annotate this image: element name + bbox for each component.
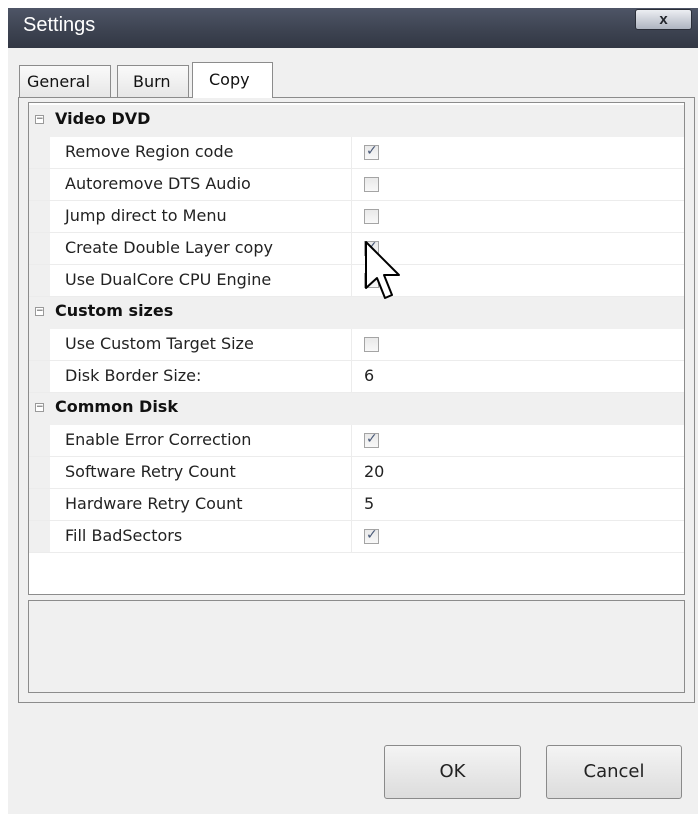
property-label: Hardware Retry Count [65, 494, 243, 513]
property-label: Use Custom Target Size [65, 334, 254, 353]
row-margin [29, 457, 50, 488]
property-label: Enable Error Correction [65, 430, 252, 449]
column-divider [351, 265, 352, 296]
property-label: Jump direct to Menu [65, 206, 227, 225]
column-divider [351, 329, 352, 360]
property-row[interactable]: Disk Border Size: 6 [29, 361, 684, 393]
row-margin [29, 489, 50, 520]
row-margin [29, 201, 50, 232]
window-title: Settings [23, 14, 96, 36]
property-row[interactable]: Software Retry Count 20 [29, 457, 684, 489]
collapse-icon[interactable]: − [35, 403, 44, 412]
ok-button[interactable]: OK [384, 745, 521, 799]
category-row[interactable]: − Custom sizes [29, 297, 684, 329]
property-row[interactable]: Enable Error Correction ✓ [29, 425, 684, 457]
property-checkbox[interactable] [364, 337, 379, 352]
checkmark-icon: ✓ [366, 431, 378, 447]
column-divider [351, 201, 352, 232]
checkmark-icon: ✓ [366, 143, 378, 159]
property-label: Disk Border Size: [65, 366, 202, 385]
property-checkbox[interactable] [364, 209, 379, 224]
property-label: Software Retry Count [65, 462, 236, 481]
property-value[interactable]: 6 [364, 366, 374, 385]
cancel-button[interactable]: Cancel [546, 745, 682, 799]
row-margin [29, 521, 50, 552]
property-checkbox[interactable]: ✓ [364, 431, 379, 448]
property-label: Use DualCore CPU Engine [65, 270, 272, 289]
category-row[interactable]: − Common Disk [29, 393, 684, 425]
category-label: Video DVD [55, 109, 151, 128]
property-value[interactable]: 20 [364, 462, 384, 481]
category-label: Custom sizes [55, 301, 174, 320]
property-label: Remove Region code [65, 142, 234, 161]
column-divider [351, 457, 352, 488]
property-checkbox[interactable]: ✓ [364, 143, 379, 160]
row-margin [29, 329, 50, 360]
property-row[interactable]: Fill BadSectors ✓ [29, 521, 684, 553]
column-divider [351, 233, 352, 264]
property-value[interactable]: 5 [364, 494, 374, 513]
checkmark-icon: ✓ [366, 527, 378, 543]
close-button[interactable]: x [635, 9, 692, 30]
property-row[interactable]: Autoremove DTS Audio [29, 169, 684, 201]
category-label: Common Disk [55, 397, 178, 416]
column-divider [351, 521, 352, 552]
property-label: Fill BadSectors [65, 526, 183, 545]
column-divider [351, 489, 352, 520]
property-row[interactable]: Use Custom Target Size [29, 329, 684, 361]
row-margin [29, 361, 50, 392]
collapse-icon[interactable]: − [35, 307, 44, 316]
property-row[interactable]: Jump direct to Menu [29, 201, 684, 233]
row-margin [29, 137, 50, 168]
title-bar[interactable]: Settings x [8, 8, 698, 48]
property-row[interactable]: Use DualCore CPU Engine [29, 265, 684, 297]
row-margin [29, 169, 50, 200]
description-pane [28, 600, 685, 693]
column-divider [351, 137, 352, 168]
column-divider [351, 361, 352, 392]
column-divider [351, 169, 352, 200]
property-row[interactable]: Create Double Layer copy✓ [29, 233, 684, 265]
property-checkbox[interactable] [364, 177, 379, 192]
column-divider [351, 425, 352, 456]
row-margin [29, 265, 50, 296]
settings-window: Settings x General Burn Copy − Video DVD R… [8, 8, 698, 814]
property-checkbox[interactable]: ✓ [364, 527, 379, 544]
tab-general[interactable]: General [19, 65, 111, 98]
row-margin [29, 233, 50, 264]
category-row[interactable]: − Video DVD [29, 105, 684, 137]
property-label: Create Double Layer copy [65, 238, 273, 257]
row-margin [29, 425, 50, 456]
property-row[interactable]: Hardware Retry Count 5 [29, 489, 684, 521]
property-label: Autoremove DTS Audio [65, 174, 251, 193]
property-grid: − Video DVD Remove Region code ✓ Autoremove … [28, 102, 685, 595]
property-row[interactable]: Remove Region code ✓ [29, 137, 684, 169]
mouse-cursor-icon [365, 241, 400, 299]
collapse-icon[interactable]: − [35, 115, 44, 124]
tab-burn[interactable]: Burn [117, 65, 189, 98]
tab-copy[interactable]: Copy [192, 62, 273, 98]
